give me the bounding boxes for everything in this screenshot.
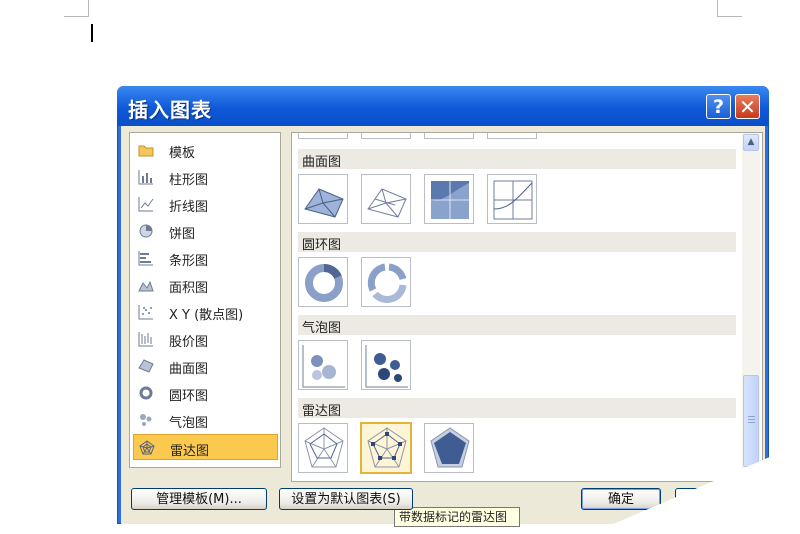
dialog-titlebar[interactable]: 插入图表 ? ✕ — [117, 86, 769, 126]
group-label: 圆环图 — [302, 238, 342, 253]
chart-thumbnail-doughnut[interactable] — [298, 257, 348, 307]
category-item-pie[interactable]: 饼图 — [133, 218, 278, 244]
category-label: 曲面图 — [169, 362, 209, 377]
radar-chart-icon — [139, 440, 155, 456]
manage-templates-button[interactable]: 管理模板(M)... — [131, 488, 267, 510]
scrollbar-grip — [748, 419, 755, 420]
close-button[interactable]: ✕ — [735, 94, 760, 119]
category-item-stock[interactable]: 股价图 — [133, 326, 278, 352]
area-chart-icon — [138, 277, 154, 293]
category-item-radar[interactable]: 雷达图 — [133, 434, 278, 460]
chart-thumbnail-contour-wireframe[interactable] — [487, 174, 537, 224]
chart-thumbnail-bubble[interactable] — [298, 340, 348, 390]
group-label: 曲面图 — [302, 155, 342, 170]
category-item-area[interactable]: 面积图 — [133, 272, 278, 298]
category-label: 模板 — [169, 146, 196, 161]
scatter-chart-icon — [138, 304, 154, 320]
category-item-scatter[interactable]: X Y (散点图) — [133, 299, 278, 325]
surface-chart-icon — [138, 358, 154, 374]
category-label: 圆环图 — [169, 389, 209, 404]
category-item-template[interactable]: 模板 — [133, 137, 278, 163]
doughnut-chart-icon — [138, 385, 154, 401]
set-default-chart-button[interactable]: 设置为默认图表(S) — [279, 488, 413, 510]
folder-icon — [138, 142, 154, 158]
column-chart-icon — [138, 169, 154, 185]
category-label: 饼图 — [169, 227, 196, 242]
category-label: 面积图 — [169, 281, 209, 296]
chart-thumbnail-partial[interactable] — [424, 133, 474, 139]
group-header-radar: 雷达图 — [298, 398, 736, 419]
chart-thumbnail-partial[interactable] — [361, 133, 411, 139]
chart-thumbnail-radar[interactable] — [298, 423, 348, 473]
category-label: 雷达图 — [170, 444, 210, 459]
dialog-title: 插入图表 — [128, 98, 212, 122]
pie-chart-icon — [138, 223, 154, 239]
chart-thumbnail-radar-with-markers[interactable] — [360, 422, 412, 474]
chart-thumbnail-surface-3d[interactable] — [298, 174, 348, 224]
category-label: 折线图 — [169, 200, 209, 215]
page-corner-mark-left — [64, 16, 89, 17]
group-header-doughnut: 圆环图 — [298, 232, 736, 253]
scroll-up-button[interactable]: ▲ — [743, 134, 759, 151]
chart-type-tooltip: 带数据标记的雷达图 — [394, 507, 520, 527]
page-corner-mark-right-vertical — [717, 0, 718, 17]
group-header-bubble: 气泡图 — [298, 315, 736, 336]
category-label: 气泡图 — [169, 416, 209, 431]
chart-thumbnail-partial[interactable] — [298, 133, 348, 139]
category-label: 条形图 — [169, 254, 209, 269]
bubble-chart-icon — [138, 412, 154, 428]
category-label: X Y (散点图) — [169, 308, 244, 323]
chart-thumbnail-3d-bubble[interactable] — [361, 340, 411, 390]
category-item-bar[interactable]: 条形图 — [133, 245, 278, 271]
category-item-bubble[interactable]: 气泡图 — [133, 407, 278, 433]
page-corner-mark-left-vertical — [88, 0, 89, 17]
category-label: 柱形图 — [169, 173, 209, 188]
group-header-surface: 曲面图 — [298, 149, 736, 170]
chart-category-list: 模板 柱形图 折线图 饼图 条形图 面积图 X Y (散点图) 股价图 曲面图 … — [129, 132, 281, 468]
bar-chart-icon — [138, 250, 154, 266]
chart-gallery: 曲面图 圆环图 气泡图 雷达图 ▲ — [291, 132, 763, 482]
chart-thumbnail-partial[interactable] — [487, 133, 537, 139]
text-cursor — [91, 24, 93, 42]
chart-thumbnail-surface-wireframe[interactable] — [361, 174, 411, 224]
group-label: 气泡图 — [302, 321, 342, 336]
category-item-doughnut[interactable]: 圆环图 — [133, 380, 278, 406]
line-chart-icon — [138, 196, 154, 212]
chart-thumbnail-filled-radar[interactable] — [424, 423, 474, 473]
chart-thumbnail-contour[interactable] — [424, 174, 474, 224]
gallery-scrollbar[interactable]: ▲ — [742, 133, 760, 479]
category-label: 股价图 — [169, 335, 209, 350]
page-corner-mark-right — [717, 16, 742, 17]
category-item-surface[interactable]: 曲面图 — [133, 353, 278, 379]
category-item-line[interactable]: 折线图 — [133, 191, 278, 217]
stock-chart-icon — [138, 331, 154, 347]
scrollbar-grip — [748, 416, 755, 417]
chart-thumbnail-exploded-doughnut[interactable] — [361, 257, 411, 307]
scrollbar-grip — [748, 422, 755, 423]
group-label: 雷达图 — [302, 404, 342, 419]
help-button[interactable]: ? — [706, 94, 731, 119]
page-curl-overlay — [590, 444, 800, 534]
category-item-column[interactable]: 柱形图 — [133, 164, 278, 190]
